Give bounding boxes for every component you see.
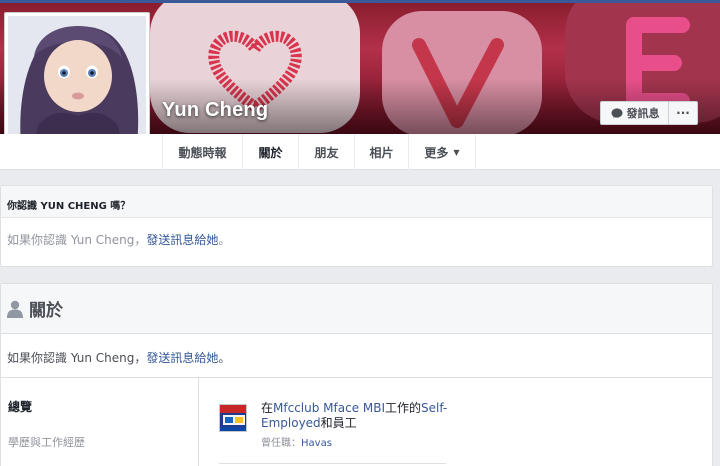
caret-down-icon: ▼ [453,147,460,157]
work-pre: 在 [261,401,274,415]
former-employer: 曾任職：Havas [261,434,332,449]
former-employer-link[interactable]: Havas [301,438,332,449]
send-message-button[interactable]: 發訊息 [600,101,670,125]
tab-photos[interactable]: 相片 [354,134,408,170]
profile-tab-bar: 動態時報 關於 朋友 相片 更多 ▼ [0,134,720,170]
tab-more[interactable]: 更多 ▼ [408,134,476,170]
do-you-know-card: 你認識 YUN CHENG 嗎？ 如果你認識 Yun Cheng，發送訊息給她。 [0,185,713,267]
company-logo[interactable] [219,404,247,432]
company-link[interactable]: Mfcclub Mface MBI [273,401,385,415]
work-divider [219,463,446,464]
send-message-link[interactable]: 發送訊息給她 [146,233,218,247]
do-you-know-heading: 你認識 YUN CHENG 嗎？ [1,186,712,218]
tab-more-label: 更多 [424,145,449,160]
about-know-text: 如果你認識 Yun Cheng，發送訊息給她。 [1,334,712,378]
work-mid: 工作的 [385,401,422,415]
do-you-know-text: 如果你認識 Yun Cheng，發送訊息給她。 [1,218,712,248]
do-you-know-prefix: 如果你認識 Yun Cheng， [7,233,147,247]
profile-name[interactable]: Yun Cheng [162,99,268,122]
about-nav-education-work[interactable]: 學歷與工作經歷 [8,434,85,450]
about-send-message-link[interactable]: 發送訊息給她 [146,351,218,365]
more-options-button[interactable]: ··· [668,101,698,125]
about-header: 關於 [1,284,712,334]
work-description: 在Mfcclub Mface MBI工作的Self-Employed和員工 [261,401,491,431]
about-know-prefix: 如果你認識 Yun Cheng， [7,351,147,365]
about-title: 關於 [29,301,63,321]
tab-timeline-label: 動態時報 [178,145,227,160]
about-know-suffix: 。 [218,351,231,365]
former-label: 曾任職： [261,438,301,449]
tab-about-label: 關於 [258,145,283,160]
tab-friends-label: 朋友 [314,145,339,160]
person-icon [7,300,23,318]
tab-about[interactable]: 關於 [242,134,298,170]
messenger-icon [611,107,622,118]
send-message-label: 發訊息 [626,107,660,120]
do-you-know-suffix: 。 [218,233,231,247]
work-post: 和員工 [320,416,357,430]
about-nav-overview[interactable]: 總覽 [8,398,32,415]
about-content: 總覽 學歷與工作經歷 在Mfcclub Mface MBI工作的Self-Emp… [1,378,712,466]
tab-photos-label: 相片 [369,145,394,160]
about-card: 關於 如果你認識 Yun Cheng，發送訊息給她。 總覽 學歷與工作經歷 在M… [0,283,713,466]
about-side-nav: 總覽 學歷與工作經歷 [1,378,199,466]
tab-timeline[interactable]: 動態時報 [162,134,242,170]
tab-friends[interactable]: 朋友 [298,134,354,170]
